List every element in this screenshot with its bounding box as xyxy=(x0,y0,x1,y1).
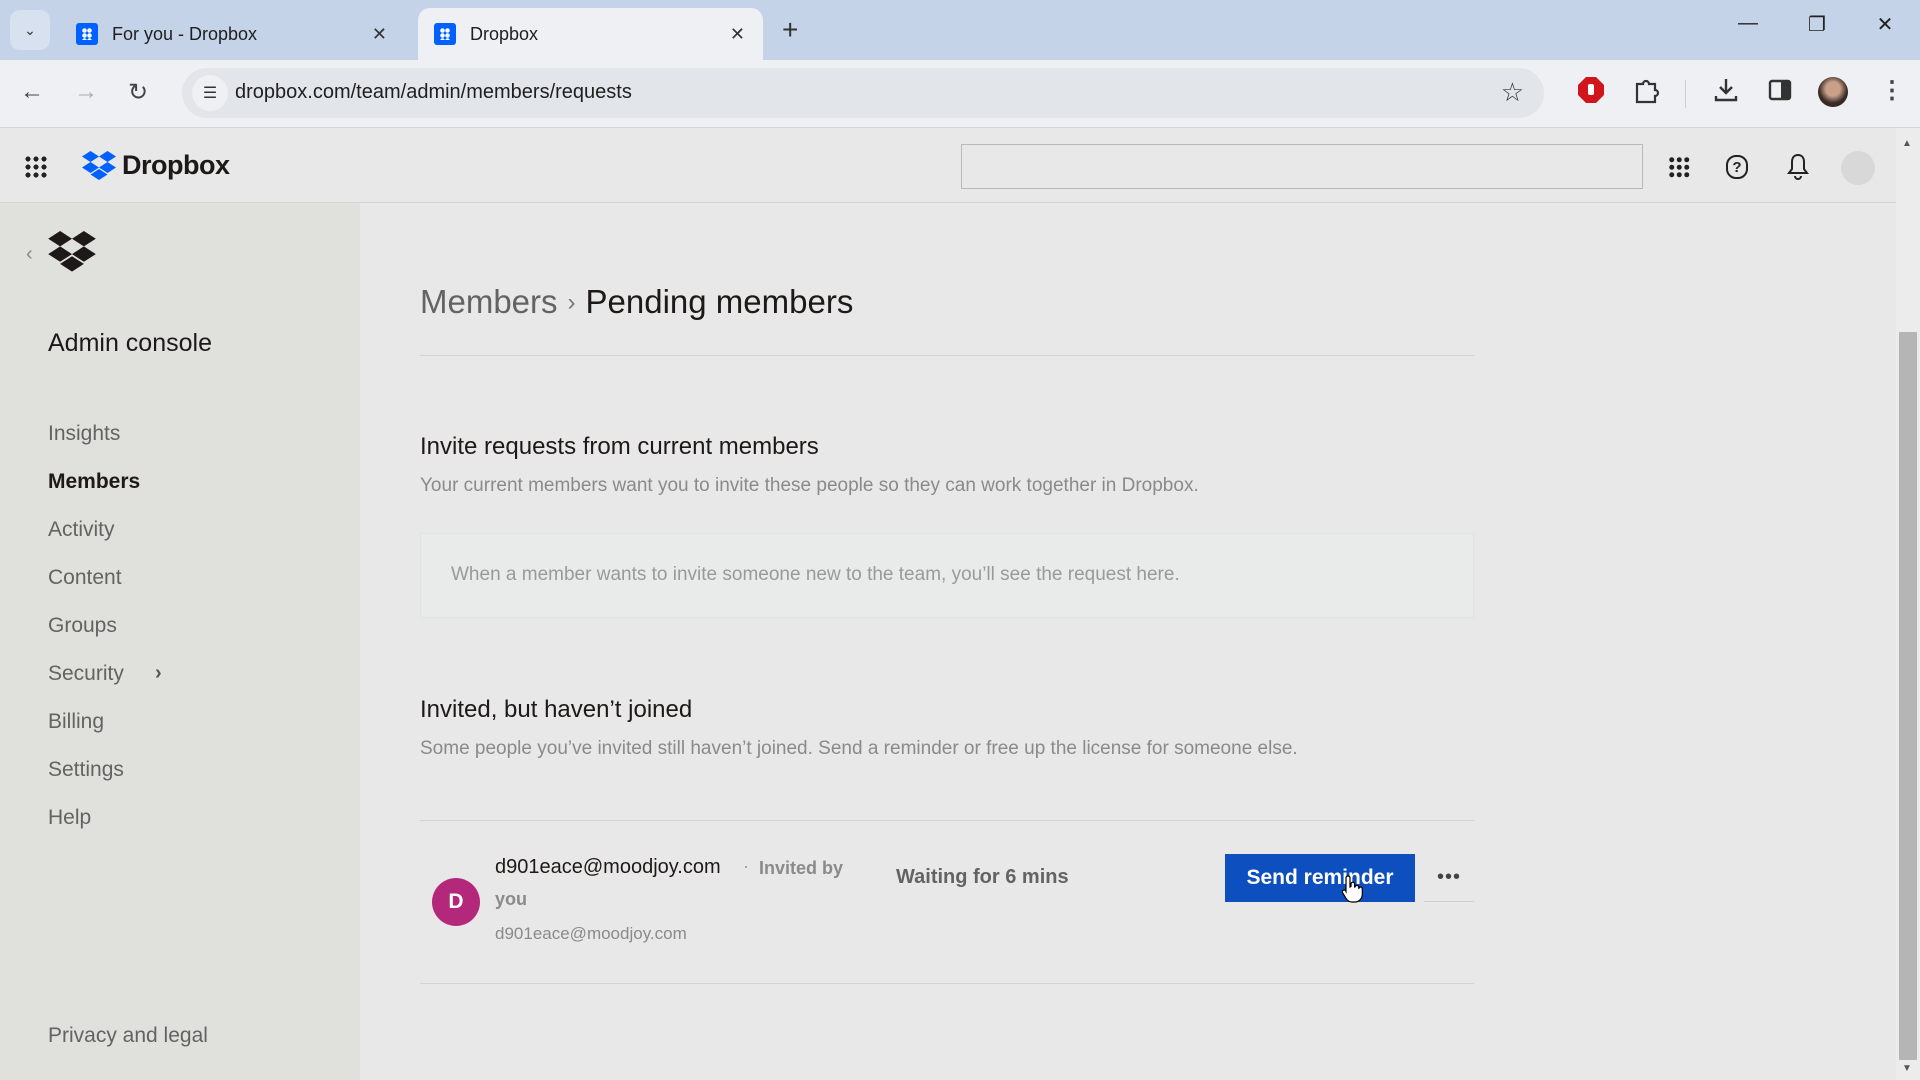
app-header: Dropbox ? xyxy=(0,128,1896,203)
divider xyxy=(420,355,1474,356)
sidebar-item-members[interactable]: Members xyxy=(48,470,140,494)
apps-grid-icon[interactable] xyxy=(1668,156,1690,178)
tab-title: For you - Dropbox xyxy=(112,23,258,44)
scroll-down-arrow-icon[interactable]: ▼ xyxy=(1902,1063,1912,1074)
breadcrumb: Members › Pending members xyxy=(420,283,853,321)
invite-requests-empty-state: When a member wants to invite someone ne… xyxy=(420,533,1474,618)
notification-bell-icon[interactable] xyxy=(1786,153,1810,181)
dropbox-favicon-icon xyxy=(434,23,456,45)
sidebar-item-activity[interactable]: Activity xyxy=(48,518,115,542)
back-arrow-icon[interactable]: ← xyxy=(20,78,44,106)
sidebar-item-help[interactable]: Help xyxy=(48,806,91,830)
invited-heading: Invited, but haven’t joined xyxy=(420,696,693,723)
sidebar-item-billing[interactable]: Billing xyxy=(48,710,104,734)
chevron-right-icon[interactable]: › xyxy=(155,662,162,685)
profile-avatar[interactable] xyxy=(1818,77,1848,107)
breadcrumb-separator: › xyxy=(567,289,576,316)
toolbar-divider xyxy=(1685,80,1686,108)
sidebar-title: Admin console xyxy=(48,329,212,357)
invited-description: Some people you’ve invited still haven’t… xyxy=(420,738,1298,759)
account-avatar[interactable] xyxy=(1841,151,1875,185)
reload-icon[interactable]: ↻ xyxy=(128,78,148,107)
extensions-puzzle-icon[interactable] xyxy=(1633,76,1661,104)
forward-arrow-icon[interactable]: → xyxy=(74,78,98,106)
address-bar[interactable]: ☰ dropbox.com/team/admin/members/request… xyxy=(182,68,1544,118)
more-options-button[interactable]: ••• xyxy=(1424,854,1474,902)
tab-title: Dropbox xyxy=(470,23,539,44)
bookmark-star-icon[interactable]: ☆ xyxy=(1501,77,1524,108)
main-content: Members › Pending members Invite requests … xyxy=(360,203,1896,1080)
meta-separator: · xyxy=(743,856,749,876)
member-email-secondary: d901eace@moodjoy.com xyxy=(495,924,687,943)
divider xyxy=(420,820,1474,821)
admin-sidebar: ‹ Admin console Insights Members Activit… xyxy=(0,203,360,1080)
collapse-sidebar-chevron-icon[interactable]: ‹ xyxy=(26,243,33,266)
send-reminder-button[interactable]: Send reminder xyxy=(1225,854,1415,902)
browser-tab-bar: ⌄ For you - Dropbox ✕ Dropbox ✕ + — ❐ ✕ xyxy=(0,0,1920,60)
browser-menu-icon[interactable]: ⋮ xyxy=(1880,76,1904,105)
app-launcher-icon[interactable] xyxy=(24,155,48,179)
close-tab-icon[interactable]: ✕ xyxy=(372,24,387,45)
page-title: Pending members xyxy=(585,283,854,320)
restore-icon[interactable]: ❐ xyxy=(1797,12,1837,37)
download-icon[interactable] xyxy=(1712,76,1740,104)
dropbox-logo[interactable]: Dropbox xyxy=(82,150,230,181)
member-avatar: D xyxy=(432,878,480,926)
member-email: d901eace@moodjoy.com xyxy=(495,856,721,878)
window-close-icon[interactable]: ✕ xyxy=(1865,12,1905,37)
sidebar-item-settings[interactable]: Settings xyxy=(48,758,124,782)
sidebar-item-content[interactable]: Content xyxy=(48,566,122,590)
minimize-icon[interactable]: — xyxy=(1728,12,1768,35)
invited-by-label: Invited by xyxy=(759,858,844,878)
scroll-thumb[interactable] xyxy=(1899,332,1917,1060)
sidebar-item-insights[interactable]: Insights xyxy=(48,422,120,446)
hand-cursor-icon xyxy=(1341,875,1363,903)
divider xyxy=(420,983,1474,984)
dropbox-favicon-icon xyxy=(76,23,98,45)
empty-state-message: When a member wants to invite someone ne… xyxy=(451,564,1180,585)
sidebar-item-security[interactable]: Security xyxy=(48,662,124,686)
browser-toolbar: ← → ↻ ☰ dropbox.com/team/admin/members/r… xyxy=(0,60,1920,128)
privacy-legal-link[interactable]: Privacy and legal xyxy=(48,1024,208,1048)
invited-by-value: you xyxy=(495,889,528,909)
tab-search-dropdown[interactable]: ⌄ xyxy=(10,10,50,50)
browser-tab[interactable]: For you - Dropbox ✕ xyxy=(60,8,405,60)
brand-name: Dropbox xyxy=(122,150,230,180)
side-panel-icon[interactable] xyxy=(1766,76,1794,104)
adblock-extension-icon[interactable] xyxy=(1577,76,1605,104)
url-text[interactable]: dropbox.com/team/admin/members/requests xyxy=(235,81,632,104)
breadcrumb-members-link[interactable]: Members xyxy=(420,283,558,320)
new-tab-button[interactable]: + xyxy=(782,14,798,46)
page-scrollbar[interactable]: ▲ ▼ xyxy=(1896,128,1920,1080)
close-tab-icon[interactable]: ✕ xyxy=(730,24,745,45)
dropbox-logo-icon xyxy=(82,150,116,180)
search-input[interactable] xyxy=(961,144,1643,189)
site-settings-icon[interactable]: ☰ xyxy=(192,75,228,111)
dropbox-glyph-icon[interactable] xyxy=(48,231,96,273)
sidebar-item-groups[interactable]: Groups xyxy=(48,614,117,638)
more-dots-icon: ••• xyxy=(1436,866,1461,888)
invite-requests-heading: Invite requests from current members xyxy=(420,433,819,460)
waiting-status: Waiting for 6 mins xyxy=(896,866,1069,888)
help-icon[interactable]: ? xyxy=(1726,155,1748,179)
scroll-up-arrow-icon[interactable]: ▲ xyxy=(1902,138,1912,149)
browser-tab-active[interactable]: Dropbox ✕ xyxy=(418,8,763,60)
chevron-down-icon: ⌄ xyxy=(24,21,36,38)
invite-requests-description: Your current members want you to invite … xyxy=(420,475,1199,496)
